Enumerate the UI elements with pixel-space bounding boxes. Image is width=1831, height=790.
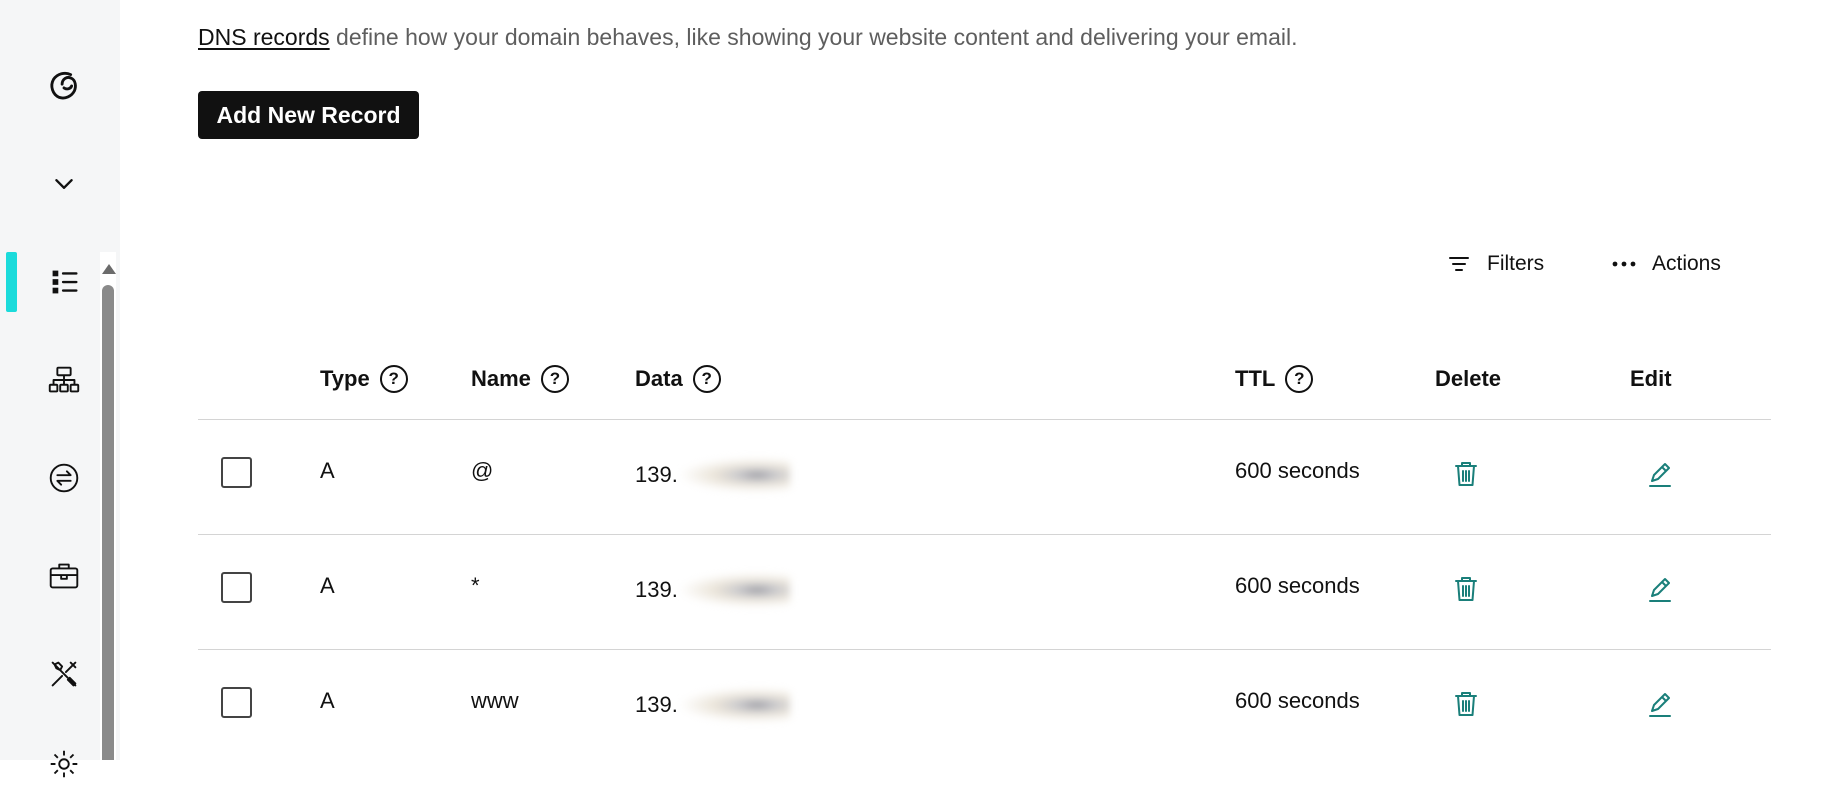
record-data-value: 139.: [635, 462, 678, 487]
data-help-icon[interactable]: ?: [692, 365, 721, 393]
record-type: A: [320, 573, 335, 598]
more-dots-icon: [1612, 261, 1636, 267]
redacted-blur: [679, 573, 790, 607]
record-type: A: [320, 688, 335, 713]
dns-records-link[interactable]: DNS records: [198, 24, 330, 50]
row-checkbox[interactable]: [221, 687, 252, 718]
column-header-data-label: Data: [635, 366, 683, 391]
actions-label: Actions: [1652, 252, 1721, 275]
redacted-blur: [679, 458, 790, 492]
dns-intro-description: define how your domain behaves, like sho…: [329, 24, 1298, 50]
column-header-type: Type ?: [320, 362, 408, 396]
record-data: 139.: [635, 688, 790, 722]
filters-button[interactable]: Filters: [1445, 246, 1544, 282]
scroll-up-arrow-icon[interactable]: [102, 264, 116, 274]
sitemap-icon[interactable]: [38, 354, 90, 406]
chevron-down-icon[interactable]: [38, 158, 90, 210]
column-header-name: Name ?: [471, 362, 569, 396]
add-new-record-button[interactable]: Add New Record: [198, 91, 419, 139]
record-name: @: [471, 458, 494, 483]
column-header-delete-label: Delete: [1435, 366, 1502, 391]
table-row: A www 139. 600 seconds: [0, 650, 1831, 764]
column-header-ttl-label: TTL: [1235, 366, 1276, 391]
edit-pencil-icon[interactable]: [1640, 454, 1680, 494]
record-name: www: [471, 688, 519, 713]
record-type: A: [320, 458, 335, 483]
filter-icon: [1449, 257, 1469, 271]
delete-icon[interactable]: [1446, 454, 1486, 494]
edit-pencil-icon[interactable]: [1640, 569, 1680, 609]
delete-icon[interactable]: [1446, 684, 1486, 724]
column-header-edit-label: Edit: [1630, 366, 1672, 391]
dns-intro-text: DNS records define how your domain behav…: [198, 24, 1298, 51]
record-data: 139.: [635, 573, 790, 607]
column-header-delete: Delete: [1435, 362, 1501, 396]
list-icon[interactable]: [38, 256, 90, 308]
godaddy-logo-icon[interactable]: [38, 60, 90, 112]
record-ttl: 600 seconds: [1235, 458, 1360, 483]
column-header-edit: Edit: [1630, 362, 1672, 396]
edit-pencil-icon[interactable]: [1640, 684, 1680, 724]
ttl-help-icon[interactable]: ?: [1285, 365, 1314, 393]
row-checkbox[interactable]: [221, 572, 252, 603]
active-indicator: [6, 252, 17, 312]
record-ttl: 600 seconds: [1235, 688, 1360, 713]
filters-label: Filters: [1487, 252, 1545, 275]
actions-button[interactable]: Actions: [1610, 246, 1721, 282]
column-header-ttl: TTL ?: [1235, 362, 1314, 396]
name-help-icon[interactable]: ?: [540, 365, 569, 393]
delete-icon[interactable]: [1446, 569, 1486, 609]
table-row: A @ 139. 600 seconds: [0, 420, 1831, 534]
record-data: 139.: [635, 458, 790, 492]
column-header-data: Data ?: [635, 362, 721, 396]
record-ttl: 600 seconds: [1235, 573, 1360, 598]
type-help-icon[interactable]: ?: [379, 365, 408, 393]
column-header-type-label: Type: [320, 366, 370, 391]
redacted-blur: [679, 688, 790, 722]
row-checkbox[interactable]: [221, 457, 252, 488]
table-row: A * 139. 600 seconds: [0, 535, 1831, 649]
record-data-value: 139.: [635, 692, 678, 717]
column-header-name-label: Name: [471, 366, 531, 391]
record-name: *: [471, 573, 480, 598]
record-data-value: 139.: [635, 577, 678, 602]
